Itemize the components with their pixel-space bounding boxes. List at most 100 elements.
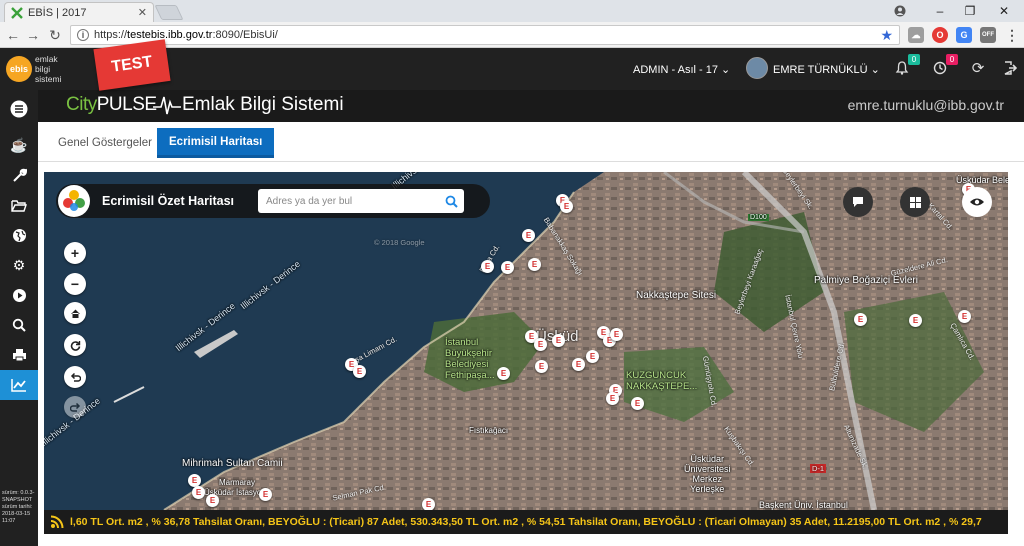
ecrimisil-marker[interactable]: E <box>552 334 565 347</box>
address-search-input[interactable] <box>258 189 438 213</box>
ecrimisil-marker[interactable]: E <box>259 488 272 501</box>
extension-opera-icon[interactable]: O <box>932 27 948 43</box>
place-label: Fıstıkağacı <box>469 426 509 435</box>
redo-button[interactable] <box>64 396 86 418</box>
browser-menu-icon[interactable]: ⋮ <box>1004 27 1020 43</box>
page-tabs: Genel Göstergeler Ecrimisil Haritası <box>38 122 1024 162</box>
refresh-icon[interactable]: ⟳ <box>968 58 988 78</box>
extension-off-icon[interactable]: OFF <box>980 27 996 43</box>
chevron-down-icon: ⌄ <box>870 64 880 76</box>
place-label: Mihrimah Sultan Camii <box>182 458 283 469</box>
info-icon[interactable]: i <box>77 29 89 41</box>
user-menu[interactable]: EMRE TÜRNÜKLÜ ⌄ <box>773 63 880 76</box>
ecrimisil-marker[interactable]: E <box>958 310 971 323</box>
menu-toggle-icon[interactable] <box>0 94 38 124</box>
place-label: Üsküdar Üniversitesi Merkez Yerleşke <box>684 454 731 494</box>
browser-tab-title: EBİS | 2017 <box>28 6 87 19</box>
app-banner: CityPULSE Emlak Bilgi Sistemi emre.turnu… <box>38 90 1024 122</box>
browser-tab[interactable]: EBİS | 2017 ✕ <box>4 2 154 22</box>
ecrimisil-marker[interactable]: E <box>206 494 219 507</box>
ecrimisil-marker[interactable]: E <box>422 498 435 510</box>
map-copyright: © 2018 Google <box>374 238 425 247</box>
rss-icon <box>50 515 64 529</box>
ecrimisil-marker[interactable]: E <box>854 313 867 326</box>
extension-cloud-icon[interactable]: ☁ <box>908 27 924 43</box>
ecrimisil-marker[interactable]: E <box>572 358 585 371</box>
ecrimisil-marker[interactable]: E <box>522 229 535 242</box>
ecrimisil-marker[interactable]: E <box>501 261 514 274</box>
ecrimisil-marker[interactable]: E <box>528 258 541 271</box>
chevron-down-icon: ⌄ <box>721 64 731 76</box>
ebis-logo-text: emlak bilgi sistemi <box>35 54 62 84</box>
home-button[interactable] <box>64 302 86 324</box>
pulse-line-icon <box>153 96 181 115</box>
reload-icon[interactable]: ↻ <box>46 26 64 44</box>
zoom-out-button[interactable]: − <box>64 273 86 295</box>
ecrimisil-marker[interactable]: E <box>353 365 366 378</box>
ebis-favicon-icon <box>11 6 23 19</box>
grid-icon <box>909 196 921 208</box>
restore-icon[interactable]: ❐ <box>958 2 982 20</box>
globe-icon[interactable] <box>0 220 38 250</box>
map-comment-button[interactable] <box>843 187 873 217</box>
bottom-strip <box>38 534 1024 546</box>
back-icon[interactable]: ← <box>4 26 22 44</box>
browser-tabbar: EBİS | 2017 ✕ – ❐ ✕ <box>0 0 1024 22</box>
print-icon[interactable] <box>0 340 38 370</box>
tab-genel-gostergeler[interactable]: Genel Göstergeler <box>46 128 164 158</box>
search-icon[interactable] <box>442 192 460 210</box>
tab-ecrimisil-haritasi[interactable]: Ecrimisil Haritası <box>157 128 275 158</box>
map-view[interactable]: Illichivsk - Derince Illichivsk - Derinc… <box>44 172 1008 510</box>
redo-icon <box>69 402 80 412</box>
ecrimisil-marker[interactable]: E <box>497 367 510 380</box>
zoom-in-button[interactable]: + <box>64 242 86 264</box>
refresh-icon <box>70 340 80 351</box>
forward-icon[interactable]: → <box>24 26 42 44</box>
ecrimisil-marker[interactable]: E <box>192 486 205 499</box>
user-email: emre.turnuklu@ibb.gov.tr <box>847 97 1004 113</box>
task-count-badge: 0 <box>946 54 958 65</box>
gear-icon[interactable]: ⚙ <box>0 250 38 280</box>
ecrimisil-marker[interactable]: E <box>909 314 922 327</box>
ecrimisil-marker[interactable]: E <box>610 328 623 341</box>
place-label: İstanbul Büyükşehir Belediyesi Fethipaşa... <box>445 337 495 381</box>
ecrimisil-marker[interactable]: E <box>560 200 573 213</box>
extension-translate-icon[interactable]: G <box>956 27 972 43</box>
minimize-icon[interactable]: – <box>928 2 952 20</box>
profile-icon[interactable] <box>888 2 912 20</box>
chart-line-icon[interactable] <box>0 370 38 400</box>
logout-icon[interactable] <box>1000 58 1020 78</box>
ecrimisil-marker[interactable]: E <box>535 360 548 373</box>
undo-button[interactable] <box>64 366 86 388</box>
play-icon[interactable] <box>0 280 38 310</box>
avatar[interactable] <box>746 57 768 79</box>
map-visibility-button[interactable] <box>962 187 992 217</box>
notification-bell-icon[interactable]: 0 <box>892 54 920 78</box>
new-tab-button[interactable] <box>154 5 184 20</box>
ecrimisil-marker[interactable]: E <box>481 260 494 273</box>
search-icon[interactable] <box>0 310 38 340</box>
bookmark-star-icon[interactable]: ★ <box>880 27 893 44</box>
ecrimisil-marker[interactable]: E <box>631 397 644 410</box>
home-icon <box>70 309 80 318</box>
citypulse-logo: CityPULSE <box>66 94 157 115</box>
coffee-icon[interactable]: ☕ <box>0 130 38 160</box>
url-bar[interactable]: i https://testebis.ibb.gov.tr:8090/EbisU… <box>70 25 900 45</box>
tab-close-icon[interactable]: ✕ <box>138 6 147 19</box>
ecrimisil-marker[interactable]: E <box>606 392 619 405</box>
place-label: KUZGUNCUK NAKKAŞTEPE... <box>626 370 698 392</box>
ecrimisil-marker[interactable]: E <box>534 338 547 351</box>
eye-icon <box>970 198 984 206</box>
statistics-ticker: l,60 TL Ort. m2 , % 36,78 Tahsilat Oranı… <box>44 510 1008 534</box>
tasks-clock-icon[interactable]: 0 <box>930 54 958 78</box>
organization-selector[interactable]: ADMIN - Asıl - 17 ⌄ <box>633 63 730 76</box>
map-search-panel: Ecrimisil Özet Haritası <box>56 184 490 218</box>
ecrimisil-marker[interactable]: E <box>586 350 599 363</box>
refresh-map-button[interactable] <box>64 334 86 356</box>
folder-open-icon[interactable] <box>0 190 38 220</box>
map-layers-button[interactable] <box>900 187 930 217</box>
sidebar: ☕ ⚙ sürüm: 0.0.3-SNAPSHOT sürüm tarihi: … <box>0 90 38 546</box>
wrench-icon[interactable] <box>0 160 38 190</box>
close-window-icon[interactable]: ✕ <box>992 2 1016 20</box>
ebis-logo[interactable]: ebis <box>6 56 32 82</box>
